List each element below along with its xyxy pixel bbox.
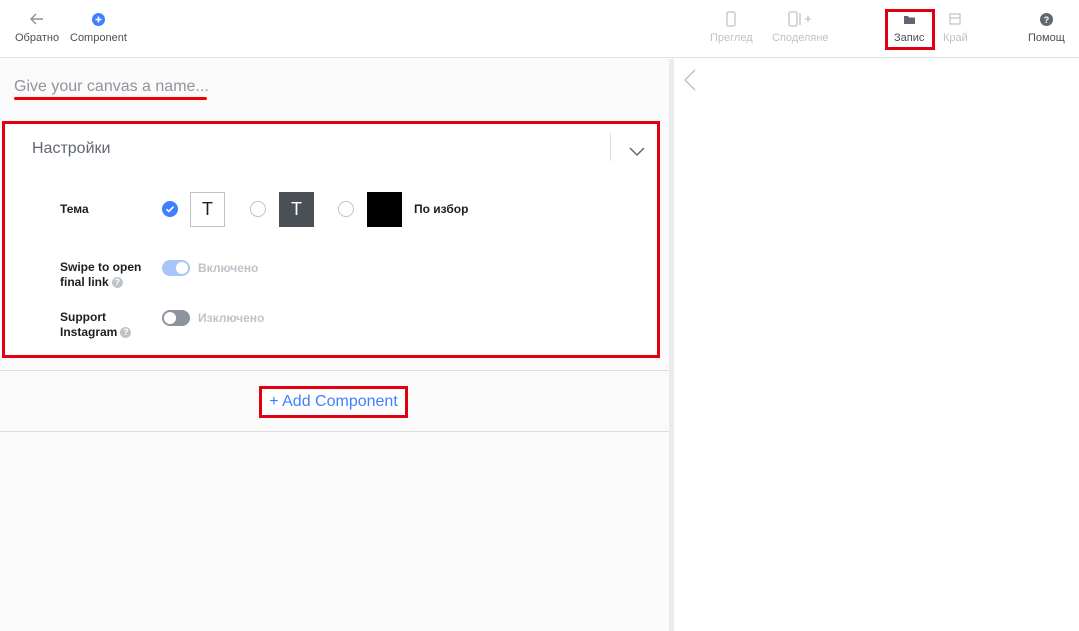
theme-custom-label: По избор <box>414 202 469 216</box>
svg-text:?: ? <box>1044 15 1050 25</box>
theme-custom-radio[interactable] <box>338 201 354 217</box>
canvas-name-input[interactable]: Give your canvas a name... <box>14 78 209 96</box>
section-divider-top <box>0 370 669 371</box>
instagram-label-line2-text: Instagram <box>60 325 118 339</box>
plus-circle-icon <box>91 10 105 28</box>
share-phone-icon <box>788 10 812 28</box>
share-button[interactable]: Споделяне <box>772 10 829 44</box>
chevron-left-icon[interactable] <box>683 69 696 96</box>
finish-button[interactable]: Край <box>943 10 968 44</box>
canvas-name-underline <box>14 97 207 100</box>
section-divider-bottom <box>0 431 669 432</box>
check-icon <box>165 206 175 213</box>
instagram-toggle-knob <box>164 312 176 324</box>
theme-light-radio[interactable] <box>162 201 178 217</box>
instagram-toggle[interactable] <box>162 310 190 326</box>
finish-icon <box>949 10 961 28</box>
swipe-help-icon[interactable]: ? <box>111 277 123 289</box>
swipe-toggle-knob <box>176 262 188 274</box>
swipe-label-line2-text: final link <box>60 275 109 289</box>
share-label: Споделяне <box>772 32 829 44</box>
back-label: Обратно <box>15 32 60 44</box>
chevron-down-icon[interactable] <box>629 144 645 162</box>
settings-title: Настройки <box>32 140 111 157</box>
help-button[interactable]: ? Помощ <box>1028 10 1065 44</box>
swipe-label-line1: Swipe to open <box>60 260 142 274</box>
finish-label: Край <box>943 32 968 44</box>
help-icon: ? <box>1039 10 1053 28</box>
instagram-help-icon[interactable]: ? <box>120 327 132 339</box>
instagram-label-line2: Instagram? <box>60 325 132 340</box>
swipe-toggle[interactable] <box>162 260 190 276</box>
instagram-label-line1: Support <box>60 310 106 324</box>
swipe-state: Включено <box>198 261 259 275</box>
arrow-left-icon <box>30 10 44 28</box>
preview-button[interactable]: Преглед <box>710 10 753 44</box>
help-label: Помощ <box>1028 32 1065 44</box>
theme-label: Тема <box>60 202 89 216</box>
preview-panel <box>674 59 1079 631</box>
swipe-label-line2: final link? <box>60 275 141 290</box>
phone-icon <box>726 10 736 28</box>
add-component-button[interactable]: + Add Component <box>259 386 408 418</box>
add-component-toolbar-button[interactable]: Component <box>70 10 127 44</box>
instagram-state: Изключено <box>198 311 265 325</box>
settings-panel: Настройки Тема T T По избор Swipe to ope… <box>2 121 660 358</box>
instagram-label: Support Instagram? <box>60 310 132 340</box>
component-label: Component <box>70 32 127 44</box>
theme-light-swatch[interactable]: T <box>190 192 225 227</box>
back-button[interactable]: Обратно <box>15 10 59 44</box>
settings-separator <box>610 133 611 161</box>
save-highlight <box>885 9 935 50</box>
theme-dark-swatch[interactable]: T <box>279 192 314 227</box>
swipe-label: Swipe to open final link? <box>60 260 141 290</box>
preview-label: Преглед <box>710 32 753 44</box>
editor-panel: Give your canvas a name... Настройки Тем… <box>0 59 669 631</box>
theme-dark-radio[interactable] <box>250 201 266 217</box>
theme-custom-swatch[interactable] <box>367 192 402 227</box>
